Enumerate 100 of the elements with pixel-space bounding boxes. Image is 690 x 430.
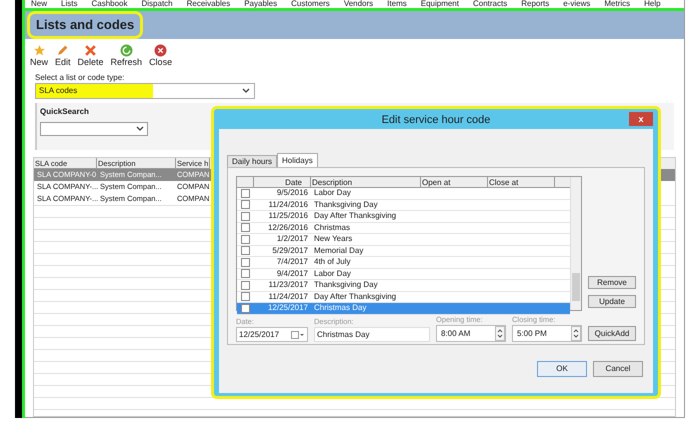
holiday-row[interactable]: 1/2/2017 New Years [237,234,570,246]
dialog-button[interactable]: OK [537,361,587,377]
description-cell-text: New Years [313,233,354,246]
date-cell-text: 5/29/2017 [271,244,309,257]
tab[interactable]: Daily hours [227,155,278,167]
toolbar-button[interactable]: New [29,44,50,67]
toolbar-button[interactable]: Refresh [110,44,144,67]
calendar-icon[interactable] [291,330,305,338]
date-cell-text: 11/24/2017 [268,290,309,303]
toolbar-button[interactable]: Close [148,44,174,67]
tab[interactable]: Holidays [277,153,318,167]
field-value: 5:00 PM [517,328,547,340]
grid-action-button[interactable]: Update [588,295,636,308]
holiday-row[interactable]: 9/5/2016 Labor Day [237,188,570,200]
menu-item[interactable]: Cashbook [91,0,128,8]
description-cell-text: Christmas Day [313,302,368,314]
menu-item[interactable]: Items [387,0,407,8]
row-checkbox[interactable] [241,292,250,302]
spinner-icon[interactable] [495,326,505,341]
pencil-icon [56,44,70,57]
row-checkbox[interactable] [241,212,250,221]
field-value: 8:00 AM [441,328,470,340]
time-field[interactable]: 5:00 PM [512,325,582,342]
list-type-dropdown[interactable]: SLA codes [35,83,255,99]
menu-item[interactable]: e-views [563,0,590,8]
menu-item[interactable]: Lists [61,0,78,8]
description-cell-text: Memorial Day [313,244,364,257]
row-checkbox[interactable] [241,188,250,198]
row-checkbox[interactable] [241,200,250,210]
chevron-down-icon [136,126,144,132]
holiday-row[interactable]: 12/26/2016 Christmas [237,222,570,234]
quicksearch-title: QuickSearch [40,106,90,118]
description-cell-text: Thanksgiving Day [313,279,379,292]
close-icon [154,44,168,57]
dialog-button[interactable]: Cancel [593,361,643,377]
time-field[interactable]: 8:00 AM [436,325,506,342]
holiday-row[interactable]: 11/23/2017 Thanksgiving Day [237,280,570,292]
holiday-row[interactable]: 11/25/2016 Day After Thanksgiving [237,211,570,222]
description-cell-text: Thanksgiving Day [313,198,379,211]
toolbar-button[interactable]: Delete [76,44,105,67]
row-checkbox[interactable] [241,304,250,313]
description-cell-text: Day After Thanksgiving [313,290,398,303]
menu-item[interactable]: New [31,0,48,8]
menu-item[interactable]: Receivables [186,0,230,8]
refresh-icon [120,44,133,57]
date-cell-text: 11/23/2017 [268,279,309,292]
menu-item[interactable]: Equipment [420,0,459,8]
menu-item[interactable]: Contracts [472,0,508,8]
grid-action-button[interactable]: Remove [588,276,636,289]
dialog-title: Edit service hour code [382,113,490,128]
holiday-row[interactable]: 11/24/2016 Thanksgiving Day [237,200,570,211]
description-cell-text: Labor Day [313,187,352,200]
star-icon [32,44,46,57]
delete-icon [84,44,98,57]
holiday-row[interactable]: 7/4/2017 4th of July [237,257,570,268]
row-checkbox[interactable] [241,246,250,256]
date-field[interactable]: 12/25/2017 [236,327,308,342]
row-checkbox[interactable] [241,223,250,232]
column-header[interactable]: Date [254,177,311,187]
field-value: 12/25/2017 [239,328,280,340]
menu-item[interactable]: Reports [521,0,550,8]
quicksearch-dropdown[interactable] [40,122,148,136]
date-cell-text: 7/4/2017 [276,256,309,268]
scrollbar-thumb[interactable] [572,273,580,301]
holiday-row[interactable]: 5/29/2017 Memorial Day [237,246,570,257]
description-cell-text: 4th of July [313,256,352,268]
date-cell-text: 12/26/2016 [266,222,309,234]
toolbar-button[interactable]: Edit [54,44,72,67]
menu-item[interactable]: Payables [244,0,278,8]
dialog-close-button[interactable]: x [629,112,653,126]
menu-item[interactable]: Customers [291,0,330,8]
menu-item[interactable]: Dispatch [142,0,173,8]
quickadd-button[interactable]: QuickAdd [588,326,636,341]
date-cell-text: 1/2/2017 [276,233,309,246]
date-cell-text: 12/25/2017 [266,302,309,314]
date-cell-text: 9/5/2016 [276,187,309,200]
row-checkbox[interactable] [241,269,250,278]
field-label: Select a list or code type: [35,73,126,83]
description-cell-text: Christmas [313,222,352,234]
row-checkbox[interactable] [241,234,250,244]
row-checkbox[interactable] [241,280,250,290]
column-header[interactable]: Close at [488,177,555,187]
spinner-icon[interactable] [571,326,581,341]
description-cell-text: Labor Day [313,268,352,280]
date-cell-text: 11/25/2016 [268,210,309,222]
description-field[interactable]: Christmas Day [314,327,430,342]
menu-item[interactable]: Vendors [344,0,374,8]
column-header[interactable]: Description [311,177,421,187]
column-header[interactable]: Open at [421,177,488,187]
dropdown-value: SLA codes [36,84,153,98]
description-cell-text: Day After Thanksgiving [313,210,398,222]
date-cell-text: 11/24/2016 [268,198,309,211]
chevron-down-icon [242,88,250,94]
date-cell-text: 9/4/2017 [276,268,309,280]
holiday-row[interactable]: 9/4/2017 Labor Day [237,268,570,280]
menu-item[interactable]: Help [644,0,661,8]
page-title: Lists and codes [27,11,144,39]
menu-item[interactable]: Metrics [604,0,630,8]
row-checkbox[interactable] [241,258,250,267]
scrollbar[interactable] [570,177,581,310]
